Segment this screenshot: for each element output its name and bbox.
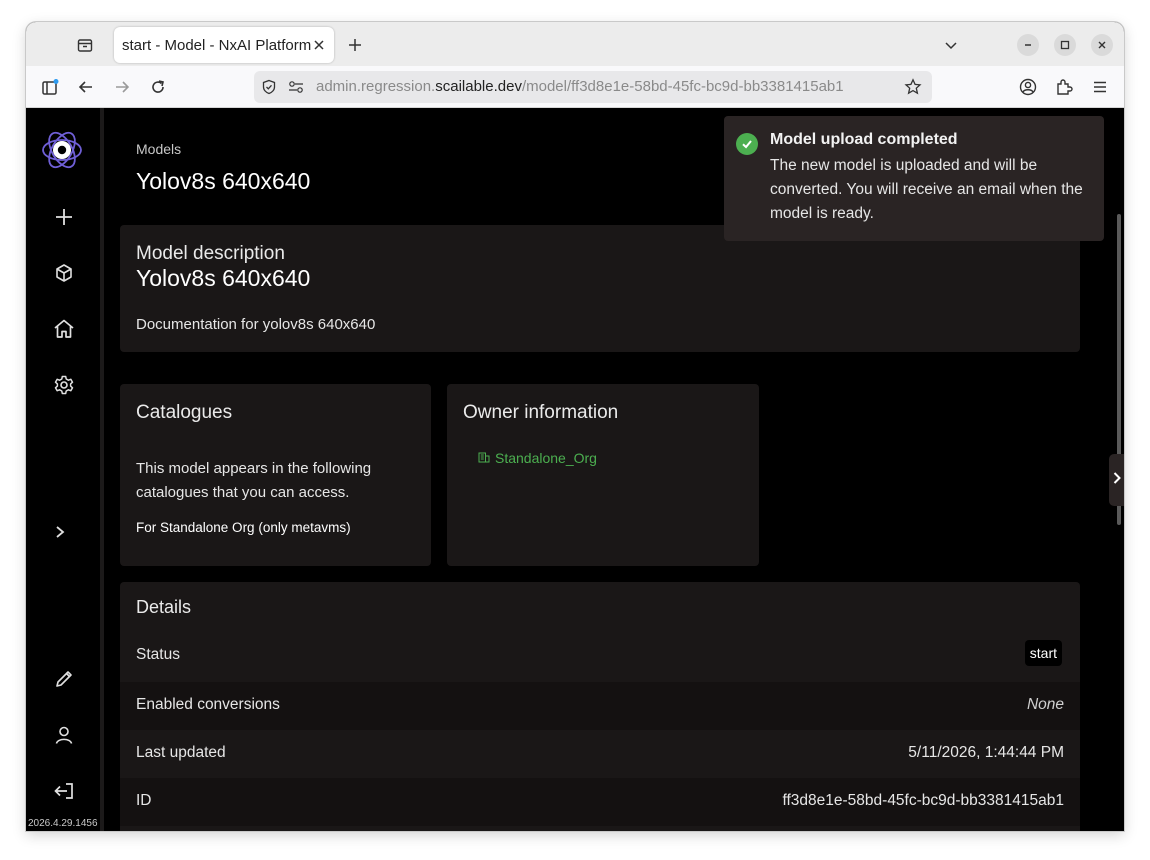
catalogues-card: Catalogues This model appears in the fol…: [120, 384, 431, 566]
close-icon[interactable]: [312, 38, 326, 52]
detail-label: ID: [136, 792, 152, 809]
chevron-right-icon: [1112, 471, 1122, 490]
url-path: /model/ff3d8e1e-58bd-45fc-bc9d-bb3381415…: [521, 78, 844, 95]
drawer-toggle[interactable]: [1109, 454, 1124, 506]
home-icon[interactable]: [51, 316, 77, 342]
detail-row-conversions: Enabled conversions None: [120, 682, 1080, 730]
maximize-icon[interactable]: [1054, 34, 1076, 56]
web-page: 2026.4.29.1456 Models Yolov8s 640x640 Mo…: [26, 108, 1124, 831]
tab-list-icon[interactable]: [74, 34, 96, 56]
card-heading: Details: [136, 597, 192, 617]
building-icon: [478, 450, 490, 466]
extensions-icon[interactable]: [1053, 76, 1075, 98]
window-close-icon[interactable]: [1091, 34, 1113, 56]
detail-label: Enabled conversions: [136, 696, 280, 713]
detail-row-status: Status start: [120, 632, 1080, 680]
breadcrumb[interactable]: Models: [136, 141, 181, 157]
menu-icon[interactable]: [1089, 76, 1111, 98]
detail-value: None: [1026, 696, 1064, 713]
status-badge: start: [1024, 640, 1062, 666]
app-logo-icon[interactable]: [40, 128, 84, 172]
plus-icon[interactable]: [51, 204, 77, 230]
bookmark-star-icon[interactable]: [904, 78, 922, 101]
permissions-icon[interactable]: [288, 80, 304, 99]
toast-title: Model upload completed: [770, 131, 958, 148]
card-heading: Model description: [136, 243, 285, 264]
chevron-right-icon[interactable]: [47, 519, 73, 545]
owner-information-card: Owner information Standalone_Org: [447, 384, 759, 566]
model-description-title: Yolov8s 640x640: [136, 265, 311, 291]
forward-icon[interactable]: [111, 76, 133, 98]
sidebar-toggle-icon[interactable]: [39, 76, 61, 98]
gear-icon[interactable]: [51, 372, 77, 398]
tab-bar: start - Model - NxAI Platform: [26, 22, 1124, 66]
toast-message: The new model is uploaded and will be co…: [770, 157, 1083, 222]
back-icon[interactable]: [75, 76, 97, 98]
owner-org-name: Standalone_Org: [495, 450, 597, 466]
shield-icon[interactable]: [261, 79, 277, 100]
catalogues-description: This model appears in the following cata…: [136, 460, 372, 501]
new-tab-icon[interactable]: [344, 34, 366, 56]
account-icon[interactable]: [1017, 76, 1039, 98]
logout-icon[interactable]: [51, 778, 77, 804]
url-host: scailable.dev: [435, 78, 522, 95]
tab-title: start - Model - NxAI Platform: [122, 36, 312, 54]
reload-icon[interactable]: [147, 76, 169, 98]
model-description-card: Model description Yolov8s 640x640 Docume…: [120, 225, 1080, 352]
chevron-down-icon[interactable]: [940, 34, 962, 56]
upload-toast[interactable]: Model upload completed The new model is …: [724, 116, 1104, 241]
model-description-text: Documentation for yolov8s 640x640: [136, 316, 376, 333]
catalogue-item[interactable]: For Standalone Org (only metavms): [136, 520, 351, 535]
sidebar: 2026.4.29.1456: [26, 108, 100, 831]
detail-value: ff3d8e1e-58bd-45fc-bc9d-bb3381415ab1: [782, 792, 1064, 809]
user-icon[interactable]: [51, 722, 77, 748]
detail-row-id: ID ff3d8e1e-58bd-45fc-bc9d-bb3381415ab1: [120, 778, 1080, 826]
card-heading: Owner information: [463, 402, 619, 423]
owner-org-link[interactable]: Standalone_Org: [478, 450, 597, 466]
pencil-icon[interactable]: [51, 666, 77, 692]
cube-icon[interactable]: [51, 260, 77, 286]
detail-row-last-updated: Last updated 5/11/2026, 1:44:44 PM: [120, 730, 1080, 778]
active-tab[interactable]: start - Model - NxAI Platform: [114, 27, 334, 63]
details-card: Details Status start Enabled conversions…: [120, 582, 1080, 831]
detail-label: Status: [136, 646, 180, 663]
app-version: 2026.4.29.1456: [28, 818, 98, 829]
url-text: admin.regression.scailable.dev/model/ff3…: [316, 78, 844, 95]
detail-label: Last updated: [136, 744, 226, 761]
page-title: Yolov8s 640x640: [136, 168, 311, 194]
url-bar[interactable]: admin.regression.scailable.dev/model/ff3…: [254, 71, 932, 103]
nav-bar: admin.regression.scailable.dev/model/ff3…: [26, 66, 1124, 108]
card-heading: Catalogues: [136, 402, 233, 423]
minimize-icon[interactable]: [1017, 34, 1039, 56]
url-subdomain: admin.regression.: [316, 78, 436, 95]
detail-value: 5/11/2026, 1:44:44 PM: [908, 744, 1064, 761]
check-circle-icon: [736, 133, 758, 155]
browser-window: start - Model - NxAI Platform admin.regr…: [26, 22, 1124, 831]
